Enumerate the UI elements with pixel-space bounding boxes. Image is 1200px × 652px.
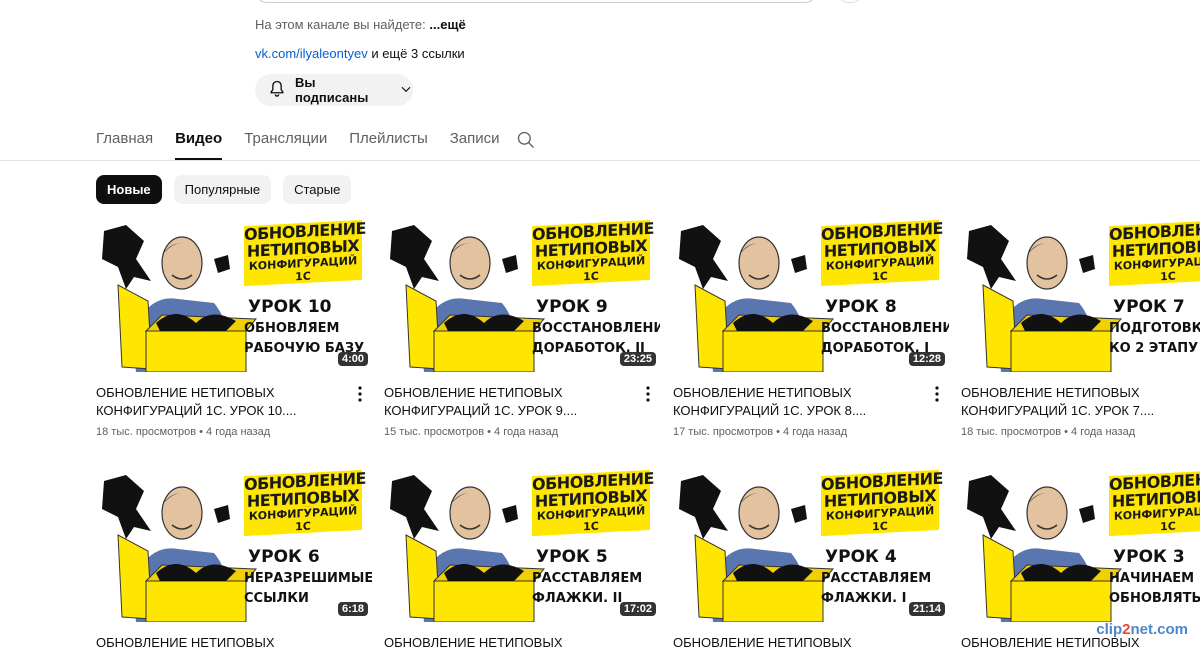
video-thumbnail[interactable]: ОБНОВЛЕНИЕ НЕТИПОВЫХ КОНФИГУРАЦИЙ 1С УРОК 9…: [384, 219, 660, 372]
video-title[interactable]: ОБНОВЛЕНИЕ НЕТИПОВЫХ КОНФИГУРАЦИЙ 1С. УР…: [673, 384, 913, 420]
thumbnail-lesson: УРОК 8: [825, 297, 897, 317]
thumbnail-subtitle-line: НЕРАЗРЕШИМЫЕ: [244, 571, 372, 586]
tab-home[interactable]: Главная: [96, 128, 153, 160]
video-duration: 17:02: [619, 602, 656, 616]
tabs-divider: [0, 160, 1200, 161]
channel-links-more[interactable]: и ещё 3 ссылки: [368, 46, 464, 61]
more-actions-icon[interactable]: [646, 386, 650, 407]
thumbnail-subtitle-line: ВОССТАНОВЛЕНИЕ: [821, 321, 949, 336]
video-thumbnail[interactable]: ОБНОВЛЕНИЕ НЕТИПОВЫХ КОНФИГУРАЦИЙ 1С УРОК 5…: [384, 469, 660, 622]
subscribed-button[interactable]: Вы подписаны: [255, 74, 413, 106]
video-thumbnail[interactable]: ОБНОВЛЕНИЕ НЕТИПОВЫХ КОНФИГУРАЦИЙ 1С УРОК 4…: [673, 469, 949, 622]
tab-posts[interactable]: Записи: [450, 128, 500, 160]
watermark-part3: net.com: [1130, 621, 1188, 638]
tab-playlists[interactable]: Плейлисты: [349, 128, 428, 160]
video-meta: 15 тыс. просмотров • 4 года назад: [384, 426, 559, 438]
watermark: clip2net.com: [1096, 621, 1188, 638]
thumbnail-subtitle-line: КО 2 ЭТАПУ: [1109, 341, 1199, 356]
thumbnail-lesson: УРОК 5: [536, 547, 608, 567]
search-box-edge[interactable]: [255, 0, 817, 3]
more-actions-icon[interactable]: [358, 386, 362, 407]
thumbnail-subtitle-line: ВОССТАНОВЛЕНИЕ: [532, 321, 660, 336]
thumbnail-subtitle-line: РАССТАВЛЯЕМ: [532, 571, 643, 586]
thumbnail-subtitle: ПОДГОТОВКА КО 2 ЭТАПУ: [1109, 319, 1200, 359]
sort-chips: Новые Популярные Старые: [96, 175, 352, 204]
banner-line: КОНФИГУРАЦИЙ 1С: [1109, 253, 1200, 287]
video-thumbnail[interactable]: ОБНОВЛЕНИЕ НЕТИПОВЫХ КОНФИГУРАЦИЙ 1С УРОК 7…: [961, 219, 1200, 372]
video-title[interactable]: ОБНОВЛЕНИЕ НЕТИПОВЫХ: [96, 634, 336, 652]
thumbnail-lesson: УРОК 9: [536, 297, 608, 317]
thumbnail-banner: ОБНОВЛЕНИЕ НЕТИПОВЫХ КОНФИГУРАЦИЙ 1С: [244, 219, 366, 287]
video-title[interactable]: ОБНОВЛЕНИЕ НЕТИПОВЫХ КОНФИГУРАЦИЙ 1С. УР…: [96, 384, 336, 420]
video-duration: 4:00: [337, 352, 368, 366]
video-title[interactable]: ОБНОВЛЕНИЕ НЕТИПОВЫХ: [673, 634, 913, 652]
voice-search-button-edge[interactable]: [836, 0, 864, 3]
video-title[interactable]: ОБНОВЛЕНИЕ НЕТИПОВЫХ КОНФИГУРАЦИЙ 1С. УР…: [384, 384, 624, 420]
thumbnail-banner: ОБНОВЛЕНИЕ НЕТИПОВЫХ КОНФИГУРАЦИЙ 1С: [1109, 219, 1200, 287]
channel-link[interactable]: vk.com/ilyaleontyev: [255, 46, 368, 61]
bell-icon: [267, 79, 287, 102]
thumbnail-subtitle: НАЧИНАЕМ ОБНОВЛЯТЬ: [1109, 569, 1200, 609]
search-icon[interactable]: [516, 130, 536, 155]
thumbnail-lesson: УРОК 4: [825, 547, 897, 567]
chevron-down-icon: [399, 82, 413, 99]
thumbnail-banner: ОБНОВЛЕНИЕ НЕТИПОВЫХ КОНФИГУРАЦИЙ 1С: [532, 219, 654, 287]
channel-description: На этом канале вы найдете: ...ещё: [255, 17, 466, 32]
thumbnail-lesson: УРОК 7: [1113, 297, 1185, 317]
channel-links: vk.com/ilyaleontyev и ещё 3 ссылки: [255, 46, 465, 61]
video-duration: 12:28: [908, 352, 945, 366]
chip-oldest[interactable]: Старые: [283, 175, 352, 204]
description-more-link[interactable]: ...ещё: [429, 17, 465, 32]
channel-tabs: Главная Видео Трансляции Плейлисты Запис…: [96, 128, 522, 160]
video-thumbnail[interactable]: ОБНОВЛЕНИЕ НЕТИПОВЫХ КОНФИГУРАЦИЙ 1С УРОК 1…: [96, 219, 372, 372]
chip-newest[interactable]: Новые: [96, 175, 162, 204]
thumbnail-banner: ОБНОВЛЕНИЕ НЕТИПОВЫХ КОНФИГУРАЦИЙ 1С: [244, 469, 366, 537]
thumbnail-lesson: УРОК 6: [248, 547, 320, 567]
video-thumbnail[interactable]: ОБНОВЛЕНИЕ НЕТИПОВЫХ КОНФИГУРАЦИЙ 1С УРОК 8…: [673, 219, 949, 372]
tab-live[interactable]: Трансляции: [244, 128, 327, 160]
thumbnail-subtitle-line: РАССТАВЛЯЕМ: [821, 571, 932, 586]
thumbnail-banner: ОБНОВЛЕНИЕ НЕТИПОВЫХ КОНФИГУРАЦИЙ 1С: [1109, 469, 1200, 537]
watermark-part1: clip: [1096, 621, 1123, 638]
thumbnail-banner: ОБНОВЛЕНИЕ НЕТИПОВЫХ КОНФИГУРАЦИЙ 1С: [821, 469, 943, 537]
thumbnail-lesson: УРОК 3: [1113, 547, 1185, 567]
thumbnail-banner: ОБНОВЛЕНИЕ НЕТИПОВЫХ КОНФИГУРАЦИЙ 1С: [532, 469, 654, 537]
video-title[interactable]: ОБНОВЛЕНИЕ НЕТИПОВЫХ: [384, 634, 624, 652]
video-thumbnail[interactable]: ОБНОВЛЕНИЕ НЕТИПОВЫХ КОНФИГУРАЦИЙ 1С УРОК 3…: [961, 469, 1200, 622]
video-duration: 6:18: [337, 602, 368, 616]
more-actions-icon[interactable]: [935, 386, 939, 407]
video-meta: 18 тыс. просмотров • 4 года назад: [961, 426, 1136, 438]
video-thumbnail[interactable]: ОБНОВЛЕНИЕ НЕТИПОВЫХ КОНФИГУРАЦИЙ 1С УРОК 6…: [96, 469, 372, 622]
video-duration: 23:25: [619, 352, 656, 366]
video-title[interactable]: ОБНОВЛЕНИЕ НЕТИПОВЫХ КОНФИГУРАЦИЙ 1С. УР…: [961, 384, 1200, 420]
video-meta: 17 тыс. просмотров • 4 года назад: [673, 426, 848, 438]
thumbnail-subtitle-line: ОБНОВЛЯЕМ: [244, 321, 340, 336]
tab-videos[interactable]: Видео: [175, 128, 223, 160]
thumbnail-banner: ОБНОВЛЕНИЕ НЕТИПОВЫХ КОНФИГУРАЦИЙ 1С: [821, 219, 943, 287]
thumbnail-lesson: УРОК 10: [248, 297, 332, 317]
banner-line: КОНФИГУРАЦИЙ 1С: [1109, 503, 1200, 537]
channel-description-text: На этом канале вы найдете:: [255, 17, 426, 32]
chip-popular[interactable]: Популярные: [173, 175, 272, 204]
thumbnail-subtitle-line: НАЧИНАЕМ: [1109, 571, 1195, 586]
video-meta: 18 тыс. просмотров • 4 года назад: [96, 426, 271, 438]
thumbnail-subtitle-line: ОБНОВЛЯТЬ: [1109, 591, 1200, 606]
thumbnail-subtitle-line: ПОДГОТОВКА: [1109, 321, 1200, 336]
video-duration: 21:14: [908, 602, 945, 616]
subscribed-label: Вы подписаны: [295, 75, 369, 105]
